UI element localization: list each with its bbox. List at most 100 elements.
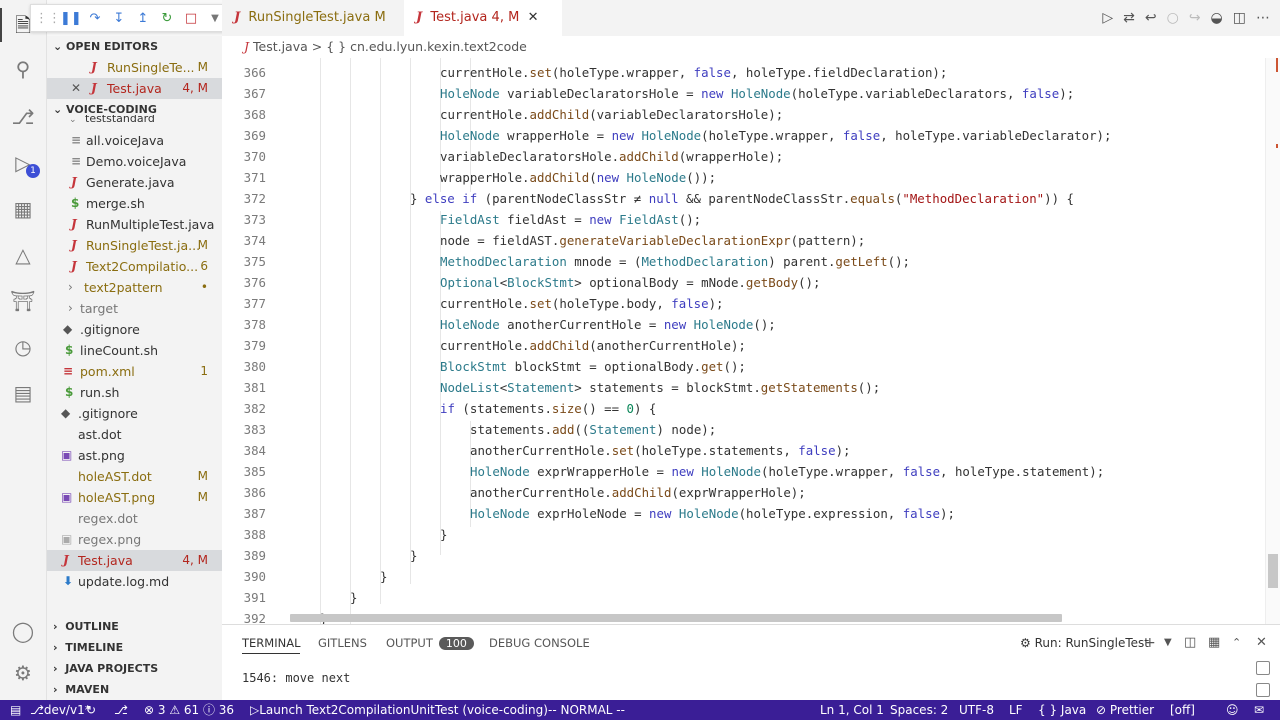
folder-item[interactable]: › target bbox=[47, 298, 222, 319]
code-text[interactable]: currentHole.set(holeType.body, false); bbox=[440, 293, 724, 314]
pause-icon[interactable]: ❚❚ bbox=[60, 11, 82, 26]
terminal-tab-icon[interactable] bbox=[1256, 661, 1270, 675]
file-item[interactable]: holeAST.dot M bbox=[47, 466, 222, 487]
horizontal-scrollbar[interactable] bbox=[290, 614, 1062, 622]
file-item[interactable]: ⌄ teststandard bbox=[47, 115, 222, 125]
timeline-header[interactable]: › TIMELINE bbox=[47, 637, 222, 658]
tab-terminal[interactable]: TERMINAL bbox=[242, 633, 301, 654]
file-item[interactable]: J RunSingleTest.ja... M bbox=[47, 235, 222, 256]
line-number[interactable]: 373 bbox=[222, 209, 266, 230]
tab-debug-console[interactable]: DEBUG CONSOLE bbox=[489, 633, 590, 653]
language-mode[interactable]: { } Java bbox=[1038, 700, 1086, 720]
new-terminal-icon[interactable]: + bbox=[1144, 633, 1156, 653]
code-text[interactable]: FieldAst fieldAst = new FieldAst(); bbox=[440, 209, 701, 230]
file-item[interactable]: ◆ .gitignore bbox=[47, 403, 222, 424]
line-number[interactable]: 381 bbox=[222, 377, 266, 398]
line-number[interactable]: 392 bbox=[222, 608, 266, 624]
code-text[interactable]: currentHole.addChild(anotherCurrentHole)… bbox=[440, 335, 746, 356]
open-changes-icon[interactable]: ◒ bbox=[1211, 10, 1223, 26]
line-number[interactable]: 382 bbox=[222, 398, 266, 419]
file-item[interactable]: J RunMultipleTest.java bbox=[47, 214, 222, 235]
file-item[interactable]: ▣ regex.png bbox=[47, 529, 222, 550]
line-number[interactable]: 388 bbox=[222, 524, 266, 545]
problems-indicator[interactable]: ⊗ 3 ⚠ 61 ⓘ 36 bbox=[144, 700, 234, 720]
breadcrumb-scope[interactable]: { } cn.edu.lyun.kexin.text2code bbox=[326, 39, 527, 54]
gitlens-icon[interactable]: ◷ bbox=[10, 334, 36, 360]
line-number[interactable]: 375 bbox=[222, 251, 266, 272]
encoding[interactable]: UTF-8 bbox=[959, 700, 994, 720]
code-text[interactable]: HoleNode exprWrapperHole = new HoleNode(… bbox=[470, 461, 1104, 482]
account-icon[interactable]: ☺ bbox=[1226, 700, 1239, 720]
code-text[interactable]: Optional<BlockStmt> optionalBody = mNode… bbox=[440, 272, 820, 293]
code-text[interactable]: HoleNode variableDeclaratorsHole = new H… bbox=[440, 83, 1074, 104]
docker-icon[interactable]: ⛩ bbox=[10, 288, 36, 314]
code-text[interactable]: } bbox=[410, 545, 417, 566]
line-number[interactable]: 390 bbox=[222, 566, 266, 587]
file-item[interactable]: ◆ .gitignore bbox=[47, 319, 222, 340]
restart-icon[interactable]: ↻ bbox=[157, 11, 177, 26]
more-actions-icon[interactable]: ⋯ bbox=[1256, 10, 1270, 26]
code-text[interactable]: variableDeclaratorsHole.addChild(wrapper… bbox=[440, 146, 783, 167]
source-control-graph-icon[interactable]: ⎇ bbox=[114, 700, 128, 720]
file-item[interactable]: ⬇ update.log.md bbox=[47, 571, 222, 592]
line-number[interactable]: 391 bbox=[222, 587, 266, 608]
code-text[interactable]: anotherCurrentHole.addChild(exprWrapperH… bbox=[470, 482, 806, 503]
open-editor-item[interactable]: ✕ J Test.java 4, M bbox=[47, 78, 222, 99]
sync-icon[interactable]: ↻ bbox=[86, 700, 96, 720]
code-text[interactable]: node = fieldAST.generateVariableDeclarat… bbox=[440, 230, 865, 251]
source-control-icon[interactable]: ⎇ bbox=[10, 104, 36, 130]
file-item[interactable]: regex.dot bbox=[47, 508, 222, 529]
code-text[interactable]: anotherCurrentHole.set(holeType.statemen… bbox=[470, 440, 851, 461]
file-item[interactable]: J Generate.java bbox=[47, 172, 222, 193]
line-number[interactable]: 368 bbox=[222, 104, 266, 125]
open-editor-item[interactable]: J RunSingleTe... M bbox=[47, 57, 222, 78]
terminal-tab-icon[interactable] bbox=[1256, 683, 1270, 697]
step-over-icon[interactable]: ↷ bbox=[85, 11, 105, 26]
breadcrumb-file[interactable]: Test.java bbox=[253, 39, 308, 54]
code-text[interactable]: HoleNode exprHoleNode = new HoleNode(hol… bbox=[470, 503, 955, 524]
code-text[interactable]: BlockStmt blockStmt = optionalBody.get()… bbox=[440, 356, 746, 377]
code-text[interactable]: NodeList<Statement> statements = blockSt… bbox=[440, 377, 880, 398]
file-item[interactable]: $ merge.sh bbox=[47, 193, 222, 214]
code-text[interactable]: } bbox=[380, 566, 387, 587]
remote-icon[interactable]: ▤ bbox=[10, 700, 21, 720]
close-panel-icon[interactable]: ✕ bbox=[1256, 633, 1267, 653]
step-out-icon[interactable]: ↥ bbox=[133, 11, 153, 26]
code-text[interactable]: statements.add((Statement) node); bbox=[470, 419, 716, 440]
line-number[interactable]: 380 bbox=[222, 356, 266, 377]
outline-header[interactable]: › OUTLINE bbox=[47, 616, 222, 637]
file-item[interactable]: $ run.sh bbox=[47, 382, 222, 403]
file-item[interactable]: ast.dot bbox=[47, 424, 222, 445]
file-item[interactable]: J Text2Compilatio... 6 bbox=[47, 256, 222, 277]
split-editor-icon[interactable]: ◫ bbox=[1233, 10, 1246, 26]
terminal-output[interactable]: 1546: move next bbox=[242, 671, 350, 685]
line-ending[interactable]: LF bbox=[1009, 700, 1023, 720]
account-icon[interactable]: ◯ bbox=[10, 618, 36, 644]
line-number[interactable]: 378 bbox=[222, 314, 266, 335]
vertical-scrollbar[interactable] bbox=[1265, 58, 1280, 624]
maven-header[interactable]: › MAVEN bbox=[47, 679, 222, 700]
line-number[interactable]: 383 bbox=[222, 419, 266, 440]
line-number[interactable]: 369 bbox=[222, 125, 266, 146]
remote-explorer-icon[interactable]: ▤ bbox=[10, 380, 36, 406]
line-number[interactable]: 366 bbox=[222, 62, 266, 83]
line-number[interactable]: 371 bbox=[222, 167, 266, 188]
notifications-icon[interactable]: ✉ bbox=[1254, 700, 1264, 720]
cursor-position[interactable]: Ln 1, Col 1 bbox=[820, 700, 884, 720]
line-number[interactable]: 386 bbox=[222, 482, 266, 503]
split-terminal-icon[interactable]: ◫ bbox=[1184, 633, 1196, 653]
code-text[interactable]: wrapperHole.addChild(new HoleNode()); bbox=[440, 167, 716, 188]
line-number[interactable]: 374 bbox=[222, 230, 266, 251]
line-number[interactable]: 379 bbox=[222, 335, 266, 356]
line-number[interactable]: 385 bbox=[222, 461, 266, 482]
line-number[interactable]: 376 bbox=[222, 272, 266, 293]
code-text[interactable]: MethodDeclaration mnode = (MethodDeclara… bbox=[440, 251, 910, 272]
file-item-active[interactable]: J Test.java 4, M bbox=[47, 550, 222, 571]
search-icon[interactable]: ⚲ bbox=[10, 56, 36, 82]
code-editor[interactable]: 366 currentHole.set(holeType.wrapper, fal… bbox=[222, 58, 1280, 624]
maximize-panel-icon[interactable]: ⌃ bbox=[1232, 633, 1241, 653]
settings-gear-icon[interactable]: ⚙ bbox=[10, 660, 36, 686]
stop-icon[interactable]: □ bbox=[181, 11, 201, 26]
drag-grip-icon[interactable]: ⋮⋮ bbox=[35, 11, 61, 26]
testing-icon[interactable]: △ bbox=[10, 242, 36, 268]
